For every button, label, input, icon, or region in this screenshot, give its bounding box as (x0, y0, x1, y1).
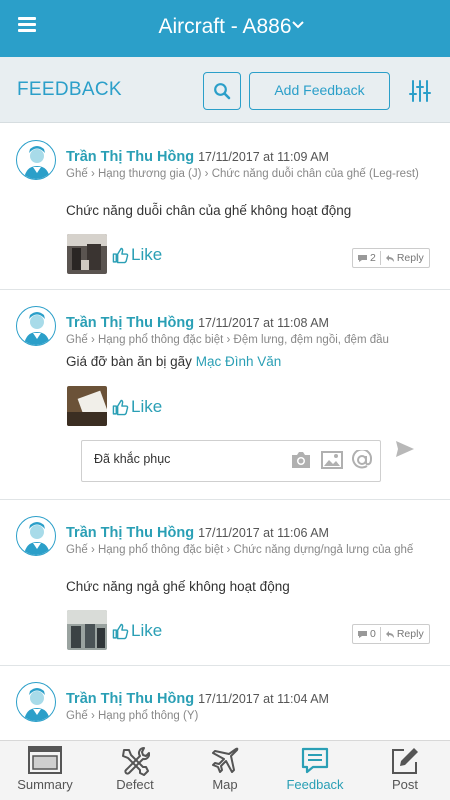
feedback-toolbar: FEEDBACK Add Feedback (0, 57, 450, 123)
edit-icon (392, 748, 418, 774)
like-label: Like (131, 621, 163, 640)
timestamp: 17/11/2017 at 11:09 AM (198, 150, 329, 164)
airplane-icon (212, 747, 239, 773)
thumbs-up-icon (112, 399, 129, 415)
comment-input-text: Đã khắc phục (94, 452, 171, 466)
category-path: Ghế › Hạng thương gia (J) › Chức năng du… (66, 168, 419, 180)
thumbs-up-icon (112, 623, 129, 639)
page-title: FEEDBACK (17, 79, 122, 100)
avatar[interactable] (16, 306, 56, 346)
author-name[interactable]: Trần Thị Thu Hồng (66, 315, 194, 331)
feedback-item: Trần Thị Thu Hồng 17/11/2017 at 11:08 AM … (0, 290, 450, 500)
thumbs-up-icon (112, 247, 129, 263)
photo-thumbnail[interactable] (67, 234, 107, 274)
chevron-down-icon[interactable] (291, 18, 305, 32)
tab-summary[interactable]: Summary (0, 741, 90, 800)
like-button[interactable]: Like (112, 245, 162, 265)
feedback-item: Trần Thị Thu Hồng 17/11/2017 at 11:06 AM … (0, 500, 450, 666)
search-button[interactable] (203, 72, 241, 110)
feedback-text: Chức năng duỗi chân của ghế không hoạt đ… (66, 203, 352, 218)
summary-icon (28, 746, 62, 774)
mention-icon[interactable] (352, 450, 372, 470)
feedback-text: Giá đỡ bàn ăn bị gãy Mạc Đình Văn (66, 354, 282, 369)
author-name[interactable]: Trần Thị Thu Hồng (66, 525, 194, 541)
feedback-text: Chức năng ngả ghế không hoạt động (66, 579, 290, 594)
feedback-list[interactable]: Trần Thị Thu Hồng 17/11/2017 at 11:09 AM … (0, 124, 450, 740)
reply-button[interactable]: Reply (381, 252, 428, 264)
comment-input[interactable]: Đã khắc phục (81, 440, 381, 482)
tools-icon (122, 747, 150, 776)
timestamp: 17/11/2017 at 11:06 AM (198, 526, 329, 540)
sliders-icon[interactable] (408, 79, 432, 103)
like-label: Like (131, 397, 163, 416)
tab-map[interactable]: Map (180, 741, 270, 800)
avatar[interactable] (16, 682, 56, 722)
reply-button[interactable]: Reply (381, 628, 428, 640)
tab-post[interactable]: Post (360, 741, 450, 800)
aircraft-title[interactable]: Aircraft - A886 (0, 15, 450, 39)
feedback-icon (301, 747, 329, 774)
category-path: Ghế › Hạng phổ thông đặc biệt › Đệm lưng… (66, 334, 389, 346)
avatar[interactable] (16, 140, 56, 180)
like-button[interactable]: Like (112, 397, 162, 417)
mentioned-user[interactable]: Mạc Đình Văn (196, 354, 282, 369)
add-feedback-button[interactable]: Add Feedback (249, 72, 390, 110)
timestamp: 17/11/2017 at 11:08 AM (198, 316, 329, 330)
feedback-item: Trần Thị Thu Hồng 17/11/2017 at 11:04 AM … (0, 666, 450, 740)
tab-defect[interactable]: Defect (90, 741, 180, 800)
reply-icon (385, 630, 394, 638)
bottom-tab-bar: Summary Defect Map Feedback Post (0, 740, 450, 800)
like-label: Like (131, 245, 163, 264)
feedback-item: Trần Thị Thu Hồng 17/11/2017 at 11:09 AM … (0, 124, 450, 290)
comment-reply-group: 2 Reply (352, 248, 430, 268)
reply-icon (385, 254, 394, 262)
comment-icon (358, 254, 367, 262)
photo-thumbnail[interactable] (67, 610, 107, 650)
tab-feedback[interactable]: Feedback (270, 741, 360, 800)
user-avatar-icon (24, 688, 50, 721)
image-icon[interactable] (321, 451, 343, 469)
user-avatar-icon (24, 146, 50, 179)
camera-icon[interactable] (290, 451, 312, 469)
photo-thumbnail[interactable] (67, 386, 107, 426)
user-avatar-icon (24, 312, 50, 345)
comment-count-button[interactable]: 2 (353, 251, 381, 265)
user-avatar-icon (24, 522, 50, 555)
author-name[interactable]: Trần Thị Thu Hồng (66, 149, 194, 165)
send-icon[interactable] (395, 440, 415, 458)
comment-icon (358, 630, 367, 638)
search-icon (214, 83, 231, 100)
app-header: Aircraft - A886 (0, 0, 450, 57)
avatar[interactable] (16, 516, 56, 556)
author-name[interactable]: Trần Thị Thu Hồng (66, 691, 194, 707)
comment-reply-group: 0 Reply (352, 624, 430, 644)
comment-count-button[interactable]: 0 (353, 627, 381, 641)
category-path: Ghế › Hạng phổ thông đặc biệt › Chức năn… (66, 544, 414, 556)
like-button[interactable]: Like (112, 621, 162, 641)
timestamp: 17/11/2017 at 11:04 AM (198, 692, 329, 706)
category-path: Ghế › Hạng phổ thông (Y) (66, 710, 199, 722)
